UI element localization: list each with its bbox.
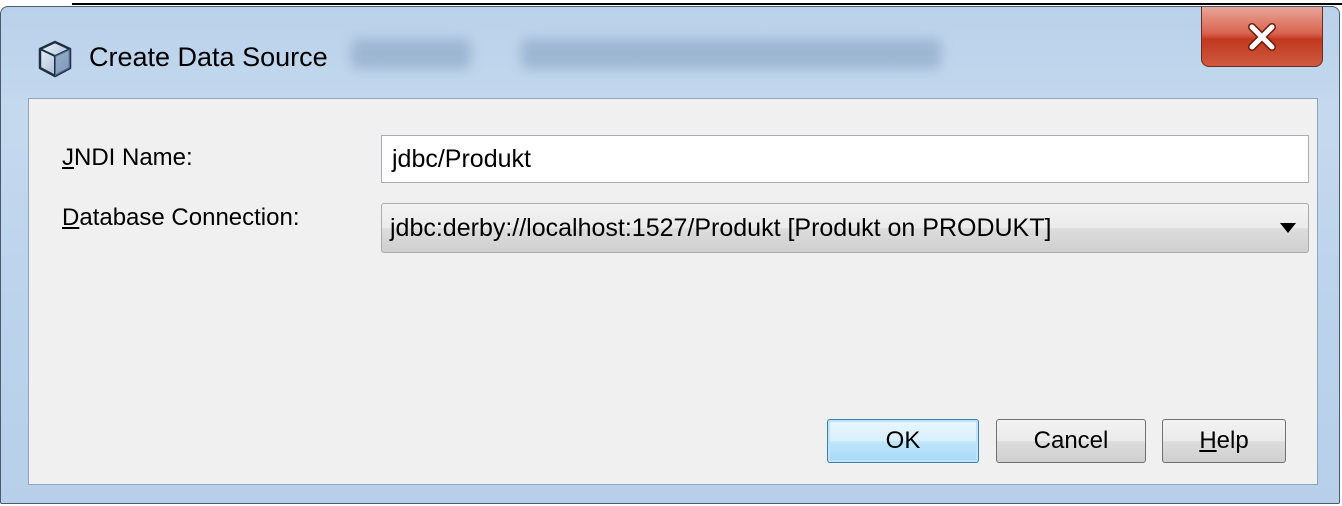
jndi-name-field[interactable]: jdbc/Produkt xyxy=(381,135,1309,183)
background-window-edge xyxy=(72,0,1342,5)
help-button[interactable]: Help xyxy=(1162,419,1286,463)
db-label-text: atabase Connection: xyxy=(79,204,300,231)
database-connection-value: jdbc:derby://localhost:1527/Produkt [Pro… xyxy=(390,214,1052,242)
jndi-name-label: JNDI Name: xyxy=(62,143,193,173)
db-mnemonic: D xyxy=(62,204,80,231)
cube-icon xyxy=(35,39,75,79)
close-x-icon xyxy=(1248,22,1276,51)
help-label-text: elp xyxy=(1216,427,1249,454)
dialog-window: Create Data Source JNDI Name: jdbc/Produ… xyxy=(0,6,1340,504)
close-button[interactable] xyxy=(1201,7,1323,67)
ok-button[interactable]: OK xyxy=(827,419,979,463)
window-title: Create Data Source xyxy=(89,42,328,72)
jndi-mnemonic: J xyxy=(62,144,74,171)
dialog-content: JNDI Name: jdbc/Produkt Database Connect… xyxy=(28,98,1318,485)
help-mnemonic: H xyxy=(1199,427,1217,454)
cancel-button[interactable]: Cancel xyxy=(996,419,1146,463)
jndi-label-text: NDI Name: xyxy=(74,144,193,171)
title-bar[interactable]: Create Data Source xyxy=(1,7,1339,95)
database-connection-select[interactable]: jdbc:derby://localhost:1527/Produkt [Pro… xyxy=(381,203,1309,253)
chevron-down-icon[interactable] xyxy=(1280,221,1296,235)
database-connection-label: Database Connection: xyxy=(62,203,300,233)
